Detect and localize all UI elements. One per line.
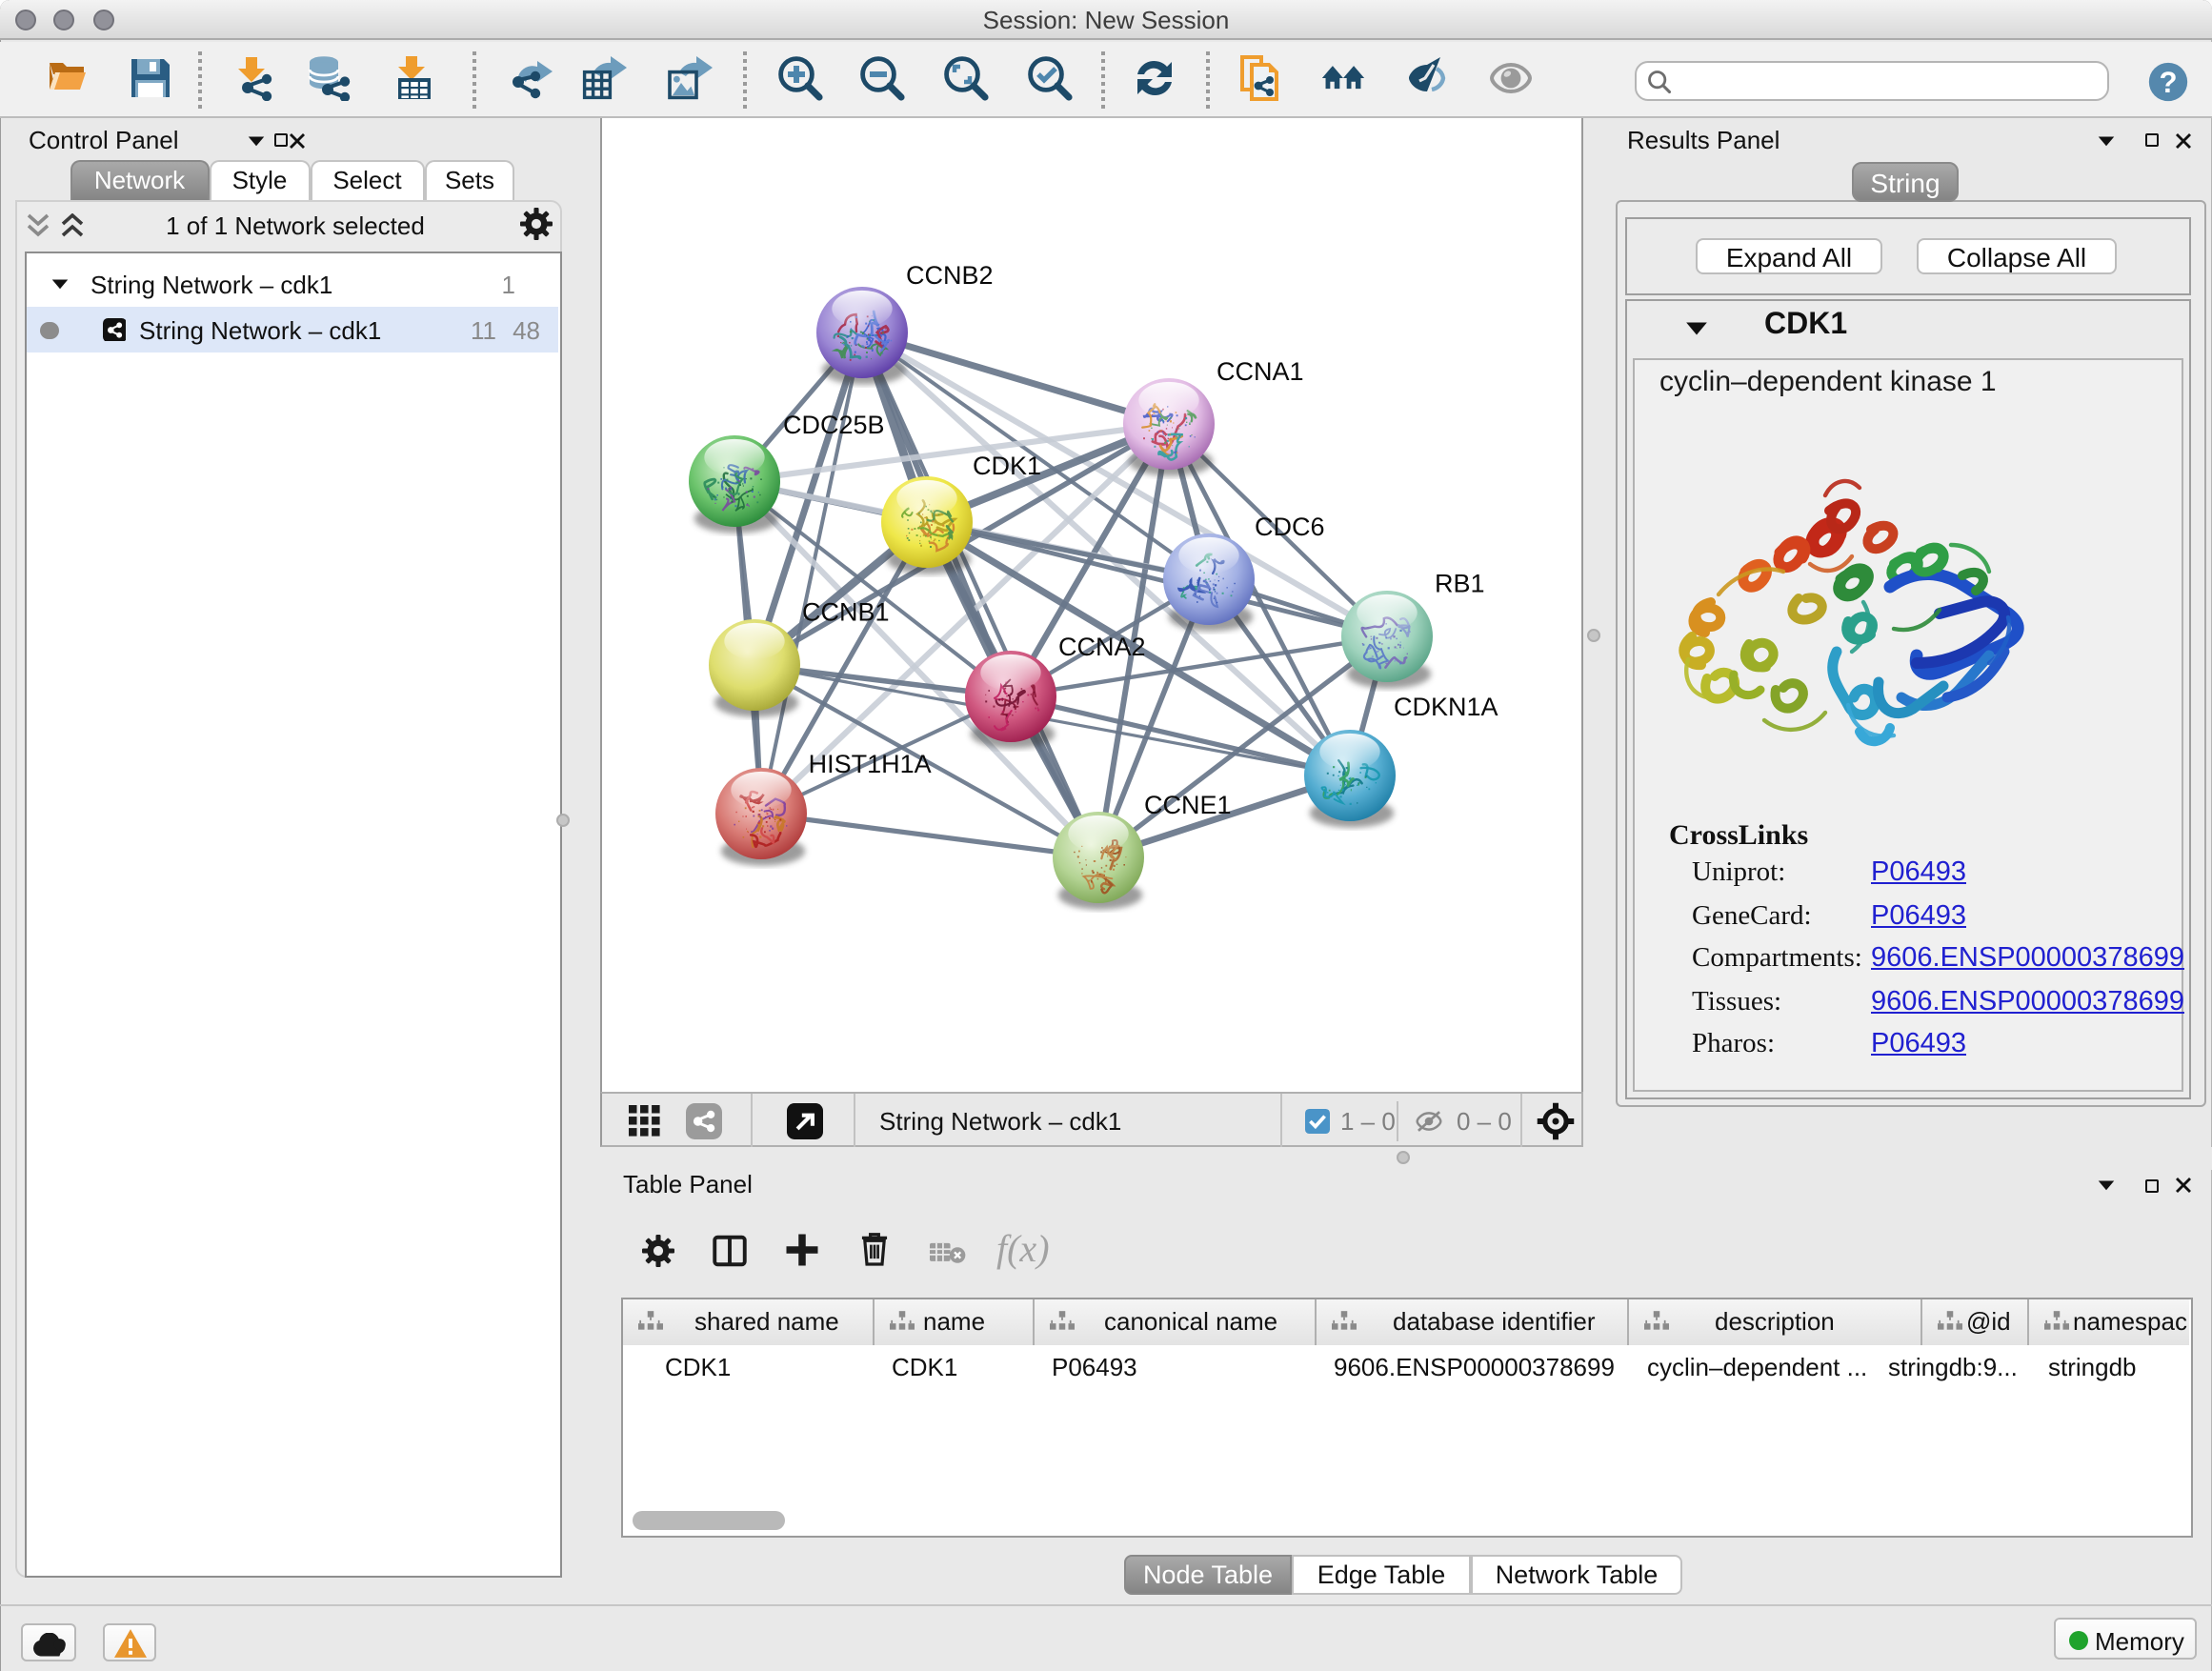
svg-text:CCNB1: CCNB1 [801, 597, 889, 626]
svg-text:CDC6: CDC6 [1254, 513, 1324, 541]
svg-text:CDK1: CDK1 [972, 452, 1040, 480]
svg-text:HIST1H1A: HIST1H1A [808, 750, 931, 778]
svg-text:CCNE1: CCNE1 [1143, 791, 1231, 819]
svg-text:CCNB2: CCNB2 [905, 261, 993, 290]
svg-text:RB1: RB1 [1434, 569, 1484, 597]
svg-text:CCNA1: CCNA1 [1216, 357, 1303, 386]
svg-text:CDC25B: CDC25B [782, 411, 884, 439]
svg-text:CCNA2: CCNA2 [1057, 633, 1145, 661]
svg-text:?: ? [2159, 65, 2177, 98]
svg-text:CDKN1A: CDKN1A [1393, 693, 1498, 721]
